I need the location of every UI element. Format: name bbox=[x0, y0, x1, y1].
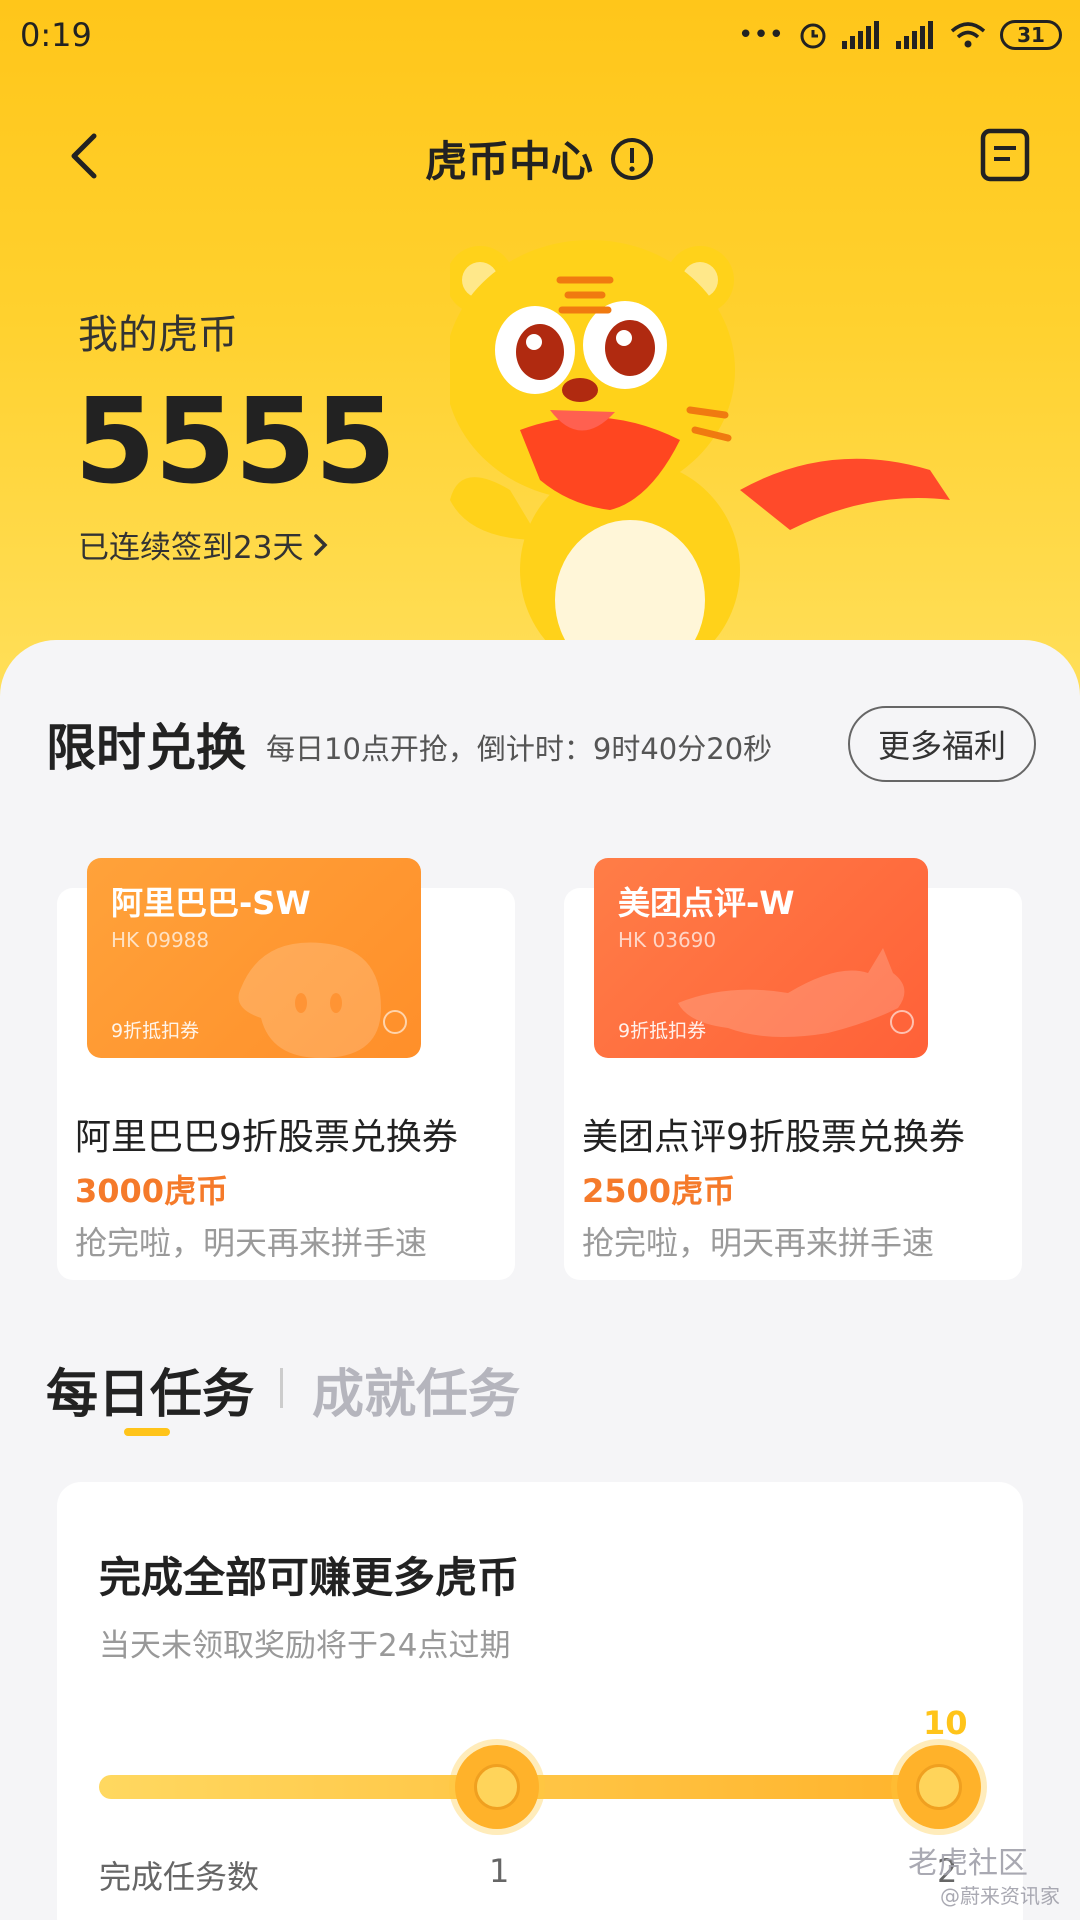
wifi-icon bbox=[950, 22, 986, 48]
coin-icon bbox=[474, 1764, 520, 1810]
cell-signal-icon bbox=[842, 21, 879, 49]
info-icon[interactable] bbox=[609, 136, 655, 182]
exchange-status: 抢完啦，明天再来拼手速 bbox=[75, 1224, 428, 1262]
exchange-title: 阿里巴巴9折股票兑换券 bbox=[75, 1117, 458, 1158]
battery-level: 31 bbox=[1017, 23, 1045, 47]
exchange-status: 抢完啦，明天再来拼手速 bbox=[582, 1224, 935, 1262]
watermark: 老虎社区 bbox=[908, 1846, 1028, 1881]
task-card-subtitle: 当天未领取奖励将于24点过期 bbox=[99, 1628, 511, 1664]
nav-bar: 虎币中心 bbox=[0, 110, 1080, 200]
milestone-coin-icon[interactable] bbox=[455, 1745, 539, 1829]
watermark-sub: @蔚来资讯家 bbox=[940, 1884, 1060, 1908]
tiger-mascot-illustration bbox=[450, 240, 950, 660]
more-dots-icon: ••• bbox=[737, 20, 784, 50]
coupon-stock-code: HK 09988 bbox=[111, 928, 210, 952]
coupon-stock-name: 美团点评-W bbox=[618, 884, 795, 922]
coupon-stamp-icon bbox=[383, 1010, 407, 1034]
more-benefits-button[interactable]: 更多福利 bbox=[848, 706, 1036, 782]
exchange-card-meituan[interactable]: 美团点评-W HK 03690 9折抵扣券 美团点评9折股票兑换券 2500虎币… bbox=[564, 858, 1022, 1280]
coin-icon bbox=[916, 1764, 962, 1810]
coupon-alibaba: 阿里巴巴-SW HK 09988 9折抵扣券 bbox=[87, 858, 421, 1058]
hd-signal-icon bbox=[896, 21, 933, 49]
milestone-coin-icon[interactable] bbox=[897, 1745, 981, 1829]
battery-icon: 31 bbox=[1000, 20, 1062, 50]
tab-achievement-tasks[interactable]: 成就任务 bbox=[312, 1352, 520, 1427]
checkin-streak-link[interactable]: 已连续签到23天 bbox=[78, 522, 331, 567]
coin-balance: 5555 bbox=[74, 372, 396, 510]
main-content: 限时兑换 每日10点开抢，倒计时：9时40分20秒 更多福利 阿里巴巴-SW H… bbox=[0, 640, 1080, 1920]
task-count-label: 完成任务数 bbox=[99, 1858, 260, 1896]
active-tab-indicator bbox=[124, 1428, 170, 1436]
coupon-stock-name: 阿里巴巴-SW bbox=[111, 884, 311, 922]
status-time: 0:19 bbox=[20, 16, 92, 54]
my-coins-label: 我的虎币 bbox=[78, 312, 238, 358]
alarm-icon bbox=[800, 23, 826, 49]
nav-title-wrap: 虎币中心 bbox=[0, 128, 1080, 189]
tab-daily-tasks[interactable]: 每日任务 bbox=[46, 1352, 254, 1427]
chevron-right-icon bbox=[314, 533, 328, 556]
coupon-type: 9折抵扣券 bbox=[618, 1020, 707, 1042]
tab-divider bbox=[280, 1368, 283, 1408]
exchange-price: 2500虎币 bbox=[582, 1172, 736, 1210]
status-bar: 0:19 ••• 31 bbox=[0, 0, 1080, 70]
coupon-type: 9折抵扣券 bbox=[111, 1020, 200, 1042]
records-icon[interactable] bbox=[978, 128, 1032, 182]
task-card-title: 完成全部可赚更多虎币 bbox=[99, 1553, 520, 1602]
flash-sale-title: 限时兑换 bbox=[46, 719, 246, 777]
page-title: 虎币中心 bbox=[424, 137, 593, 186]
coupon-meituan: 美团点评-W HK 03690 9折抵扣券 bbox=[594, 858, 928, 1058]
exchange-card-alibaba[interactable]: 阿里巴巴-SW HK 09988 9折抵扣券 阿里巴巴9折股票兑换券 3000虎… bbox=[57, 858, 515, 1280]
milestone-count: 1 bbox=[489, 1852, 510, 1890]
status-icons: ••• 31 bbox=[738, 20, 1062, 50]
exchange-title: 美团点评9折股票兑换券 bbox=[582, 1117, 965, 1158]
coupon-stamp-icon bbox=[890, 1010, 914, 1034]
task-progress-card: 完成全部可赚更多虎币 当天未领取奖励将于24点过期 10 完成任务数 1 2 bbox=[57, 1482, 1023, 1920]
reward-amount: 10 bbox=[923, 1704, 968, 1742]
flash-sale-countdown: 每日10点开抢，倒计时：9时40分20秒 bbox=[266, 732, 773, 766]
coupon-stock-code: HK 03690 bbox=[618, 928, 717, 952]
checkin-streak-text: 已连续签到23天 bbox=[78, 530, 304, 566]
exchange-price: 3000虎币 bbox=[75, 1172, 229, 1210]
alibaba-mascot-icon bbox=[238, 942, 381, 1058]
